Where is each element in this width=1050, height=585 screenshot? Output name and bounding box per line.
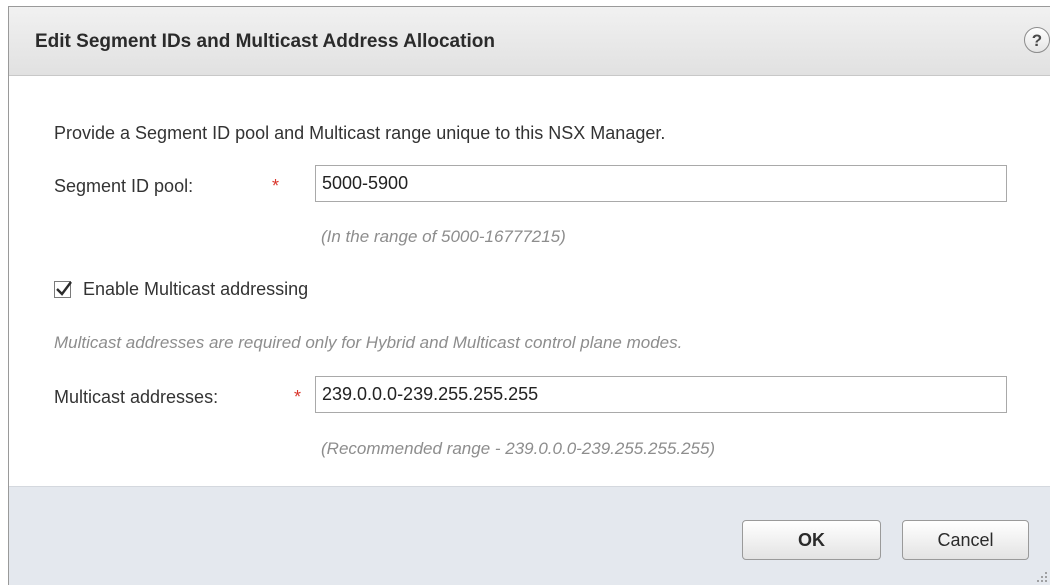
dialog-body: Provide a Segment ID pool and Multicast … (9, 76, 1050, 486)
help-icon[interactable]: ? (1024, 27, 1050, 53)
ok-button[interactable]: OK (742, 520, 881, 560)
dialog-footer: OK Cancel (9, 486, 1050, 585)
segment-id-range-hint: (In the range of 5000-16777215) (321, 227, 566, 246)
multicast-addresses-label: Multicast addresses: (54, 387, 219, 407)
dialog-titlebar: Edit Segment IDs and Multicast Address A… (9, 7, 1050, 76)
checkmark-icon (56, 281, 72, 296)
intro-text: Provide a Segment ID pool and Multicast … (54, 123, 666, 143)
segment-id-pool-label: Segment ID pool: (54, 176, 194, 196)
dialog-title: Edit Segment IDs and Multicast Address A… (35, 31, 495, 52)
multicast-required-icon: * (294, 387, 302, 407)
segment-id-required-icon: * (272, 176, 280, 196)
multicast-note: Multicast addresses are required only fo… (54, 333, 683, 352)
enable-multicast-label[interactable]: Enable Multicast addressing (83, 279, 308, 300)
multicast-addresses-input[interactable]: 239.0.0.0-239.255.255.255 (315, 376, 1007, 413)
multicast-range-hint: (Recommended range - 239.0.0.0-239.255.2… (321, 439, 716, 458)
segment-id-pool-input[interactable]: 5000-5900 (315, 165, 1007, 202)
resize-grip-icon[interactable] (1036, 571, 1048, 583)
edit-segment-dialog: Edit Segment IDs and Multicast Address A… (8, 6, 1050, 585)
enable-multicast-checkbox[interactable] (54, 281, 72, 298)
cancel-button[interactable]: Cancel (902, 520, 1029, 560)
